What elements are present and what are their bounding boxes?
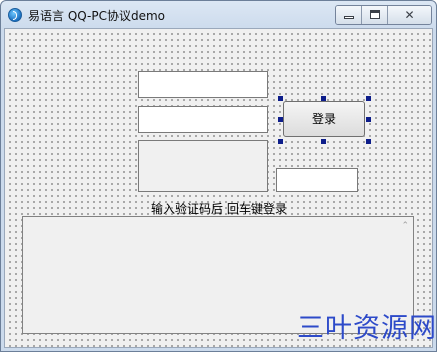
window-controls: ✕	[335, 5, 432, 25]
selection-handle-left[interactable]	[278, 117, 283, 122]
account-input[interactable]	[138, 71, 268, 98]
close-button[interactable]: ✕	[388, 6, 431, 24]
minimize-button[interactable]	[336, 6, 362, 24]
selection-handle-right[interactable]	[366, 117, 371, 122]
captcha-code-input[interactable]	[276, 168, 358, 192]
watermark-text: 三叶资源网	[297, 313, 437, 344]
selection-handle-bottom-right[interactable]	[366, 139, 371, 144]
captcha-hint-label: 输入验证码后 回车键登录	[151, 202, 287, 216]
selection-handle-top-left[interactable]	[278, 96, 283, 101]
selection-handle-bottom-left[interactable]	[278, 139, 283, 144]
login-button[interactable]: 登录	[283, 101, 365, 137]
easy-language-icon	[8, 8, 22, 22]
maximize-button[interactable]	[362, 6, 388, 24]
captcha-image-box	[138, 140, 268, 192]
window-title: 易语言 QQ-PC协议demo	[28, 9, 166, 23]
selection-handle-top-right[interactable]	[366, 96, 371, 101]
title-bar[interactable]: 易语言 QQ-PC协议demo ✕	[1, 1, 436, 29]
close-icon: ✕	[404, 8, 415, 22]
scroll-up-icon[interactable]: ⌃	[401, 221, 409, 231]
password-input[interactable]	[138, 106, 268, 133]
selection-handle-bottom[interactable]	[321, 139, 326, 144]
selection-handle-top[interactable]	[321, 96, 326, 101]
minimize-icon	[344, 16, 354, 19]
maximize-icon	[370, 10, 380, 19]
